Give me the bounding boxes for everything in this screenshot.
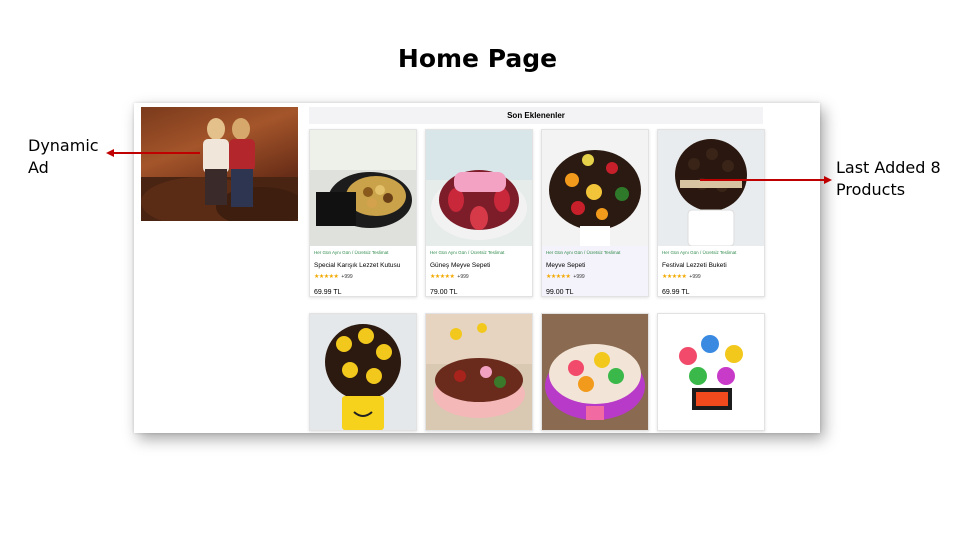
shipping-info: Her Gün Aynı Gün / Ücretsiz Teslimat — [430, 250, 505, 255]
callout-last-added-products: Last Added 8 Products — [836, 158, 941, 199]
product-name[interactable]: Güneş Meyve Sepeti — [430, 262, 532, 269]
section-title: Son Eklenenler — [309, 107, 763, 124]
product-name[interactable]: Special Karışık Lezzet Kutusu — [314, 262, 416, 269]
product-image — [426, 130, 532, 246]
review-count: +999 — [689, 274, 701, 280]
ad-photo — [141, 118, 298, 221]
product-card[interactable] — [541, 313, 649, 431]
product-rating: ★★★★★ +999 — [314, 273, 416, 280]
dynamic-ad-banner[interactable] — [141, 107, 298, 221]
product-card[interactable] — [425, 313, 533, 431]
product-card[interactable]: Her Gün Aynı Gün / Ücretsiz Teslimat Gün… — [425, 129, 533, 297]
product-price: 69.99 TL — [662, 289, 690, 296]
product-rating: ★★★★★ +999 — [430, 273, 532, 280]
product-price: 99.00 TL — [546, 289, 574, 296]
product-name[interactable]: Festival Lezzeti Buketi — [662, 262, 764, 269]
star-rating-icon: ★★★★★ — [546, 274, 571, 280]
product-card[interactable]: Her Gün Aynı Gün / Ücretsiz Teslimat Mey… — [541, 129, 649, 297]
product-card[interactable] — [657, 313, 765, 431]
product-price: 79.00 TL — [430, 289, 458, 296]
product-image — [542, 314, 648, 430]
product-name[interactable]: Meyve Sepeti — [546, 262, 648, 269]
website-screenshot: Son Eklenenler Her Gün Aynı Gün / Ücrets… — [134, 103, 820, 433]
product-image — [658, 130, 764, 246]
product-image — [426, 314, 532, 430]
review-count: +999 — [457, 274, 469, 280]
star-rating-icon: ★★★★★ — [314, 274, 339, 280]
product-rating: ★★★★★ +999 — [662, 273, 764, 280]
product-image — [542, 130, 648, 246]
product-image — [658, 314, 764, 430]
product-card[interactable]: Her Gün Aynı Gün / Ücretsiz Teslimat Fes… — [657, 129, 765, 297]
shipping-info: Her Gün Aynı Gün / Ücretsiz Teslimat — [314, 250, 389, 255]
product-image — [310, 130, 416, 246]
product-card[interactable]: Her Gün Aynı Gün / Ücretsiz Teslimat Spe… — [309, 129, 417, 297]
slide-title: Home Page — [397, 44, 558, 73]
product-image — [310, 314, 416, 430]
review-count: +999 — [573, 274, 585, 280]
product-card[interactable] — [309, 313, 417, 431]
star-rating-icon: ★★★★★ — [662, 274, 687, 280]
star-rating-icon: ★★★★★ — [430, 274, 455, 280]
review-count: +999 — [341, 274, 353, 280]
product-price: 69.99 TL — [314, 289, 342, 296]
shipping-info: Her Gün Aynı Gün / Ücretsiz Teslimat — [546, 250, 621, 255]
callout-dynamic-ad: Dynamic Ad — [28, 136, 99, 177]
product-rating: ★★★★★ +999 — [546, 273, 648, 280]
shipping-info: Her Gün Aynı Gün / Ücretsiz Teslimat — [662, 250, 737, 255]
